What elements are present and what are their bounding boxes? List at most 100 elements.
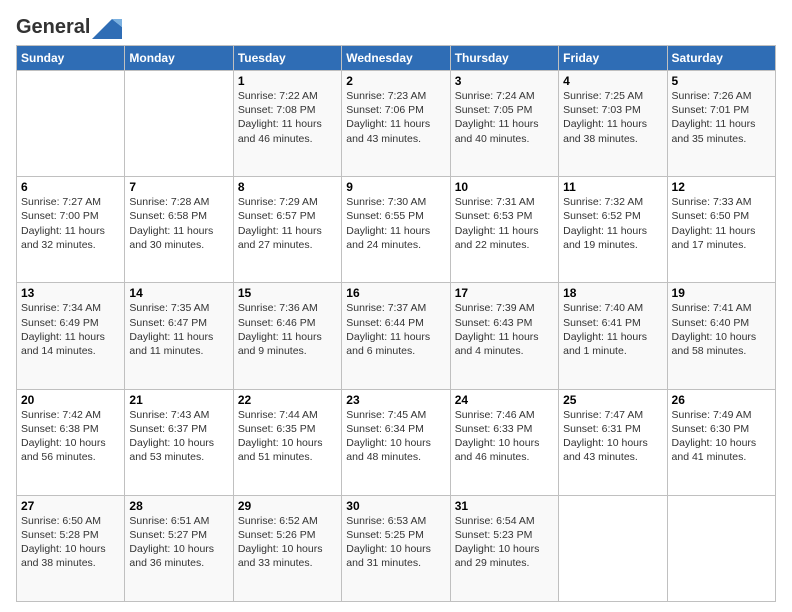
day-info-line: Sunrise: 7:37 AM bbox=[346, 302, 426, 314]
day-info-line: Sunset: 5:26 PM bbox=[238, 529, 316, 541]
day-info: Sunrise: 7:28 AM Sunset: 6:58 PM Daylight:… bbox=[129, 195, 228, 252]
day-info-line: Daylight: 11 hours and 27 minutes. bbox=[238, 225, 322, 251]
calendar-cell: 4Sunrise: 7:25 AMSunset: 7:03 PMDaylight… bbox=[559, 71, 667, 177]
day-info-line: Sunset: 6:55 PM bbox=[346, 210, 424, 222]
day-number: 18 bbox=[563, 286, 662, 300]
day-info-line: Sunset: 6:35 PM bbox=[238, 423, 316, 435]
day-number: 30 bbox=[346, 499, 445, 513]
day-info-line: Daylight: 11 hours and 46 minutes. bbox=[238, 118, 322, 144]
day-info-line: Daylight: 11 hours and 30 minutes. bbox=[129, 225, 213, 251]
day-info-line: Sunrise: 7:35 AM bbox=[129, 302, 209, 314]
calendar-cell: 28Sunrise: 6:51 AMSunset: 5:27 PMDayligh… bbox=[125, 495, 233, 601]
day-info-line: Daylight: 10 hours and 58 minutes. bbox=[672, 331, 757, 357]
day-info-line: Daylight: 10 hours and 33 minutes. bbox=[238, 543, 323, 569]
calendar-cell: 23Sunrise: 7:45 AMSunset: 6:34 PMDayligh… bbox=[342, 389, 450, 495]
day-info: Sunrise: 6:53 AMSunset: 5:25 PMDaylight:… bbox=[346, 514, 445, 571]
day-info: Sunrise: 7:47 AMSunset: 6:31 PMDaylight:… bbox=[563, 408, 662, 465]
day-info-line: Daylight: 11 hours and 24 minutes. bbox=[346, 225, 430, 251]
day-info-line: Daylight: 11 hours and 35 minutes. bbox=[672, 118, 756, 144]
day-info-line: Sunset: 7:01 PM bbox=[672, 104, 750, 116]
day-info: Sunrise: 7:45 AMSunset: 6:34 PMDaylight:… bbox=[346, 408, 445, 465]
day-number: 2 bbox=[346, 74, 445, 88]
weekday-header-monday: Monday bbox=[125, 46, 233, 71]
day-info: Sunrise: 7:40 AMSunset: 6:41 PMDaylight:… bbox=[563, 301, 662, 358]
day-info-line: Sunrise: 7:31 AM bbox=[455, 196, 535, 208]
day-info-line: Sunset: 7:08 PM bbox=[238, 104, 316, 116]
calendar-cell: 6Sunrise: 7:27 AMSunset: 7:00 PMDaylight… bbox=[17, 177, 125, 283]
day-number: 14 bbox=[129, 286, 228, 300]
day-info: Sunrise: 7:25 AMSunset: 7:03 PMDaylight:… bbox=[563, 89, 662, 146]
calendar-cell: 20Sunrise: 7:42 AMSunset: 6:38 PMDayligh… bbox=[17, 389, 125, 495]
calendar-cell bbox=[125, 71, 233, 177]
day-info-line: Sunrise: 6:51 AM bbox=[129, 515, 209, 527]
day-info-line: Sunset: 6:43 PM bbox=[455, 317, 533, 329]
day-info-line: Sunset: 6:58 PM bbox=[129, 210, 207, 222]
day-info-line: Sunset: 6:44 PM bbox=[346, 317, 424, 329]
calendar-cell: 9 Sunrise: 7:30 AM Sunset: 6:55 PM Daylight… bbox=[342, 177, 450, 283]
day-number: 26 bbox=[672, 393, 771, 407]
day-info-line: Sunset: 6:50 PM bbox=[672, 210, 750, 222]
day-number: 13 bbox=[21, 286, 120, 300]
day-info-line: Daylight: 11 hours and 43 minutes. bbox=[346, 118, 430, 144]
calendar-cell: 3Sunrise: 7:24 AMSunset: 7:05 PMDaylight… bbox=[450, 71, 558, 177]
day-number: 15 bbox=[238, 286, 337, 300]
calendar-cell: 15Sunrise: 7:36 AMSunset: 6:46 PMDayligh… bbox=[233, 283, 341, 389]
day-info-line: Sunrise: 7:32 AM bbox=[563, 196, 643, 208]
day-number: 12 bbox=[672, 180, 771, 194]
day-number: 25 bbox=[563, 393, 662, 407]
day-number: 9 bbox=[346, 180, 445, 194]
day-info-line: Sunset: 5:28 PM bbox=[21, 529, 99, 541]
calendar-cell: 18Sunrise: 7:40 AMSunset: 6:41 PMDayligh… bbox=[559, 283, 667, 389]
day-info-line: Sunrise: 7:33 AM bbox=[672, 196, 752, 208]
day-info-line: Daylight: 11 hours and 38 minutes. bbox=[563, 118, 647, 144]
calendar-cell: 5 Sunrise: 7:26 AM Sunset: 7:01 PM Daylight… bbox=[667, 71, 775, 177]
day-number: 24 bbox=[455, 393, 554, 407]
day-info-line: Sunrise: 7:30 AM bbox=[346, 196, 426, 208]
day-info-line: Sunset: 6:34 PM bbox=[346, 423, 424, 435]
day-info-line: Sunset: 5:23 PM bbox=[455, 529, 533, 541]
day-info-line: Sunset: 6:57 PM bbox=[238, 210, 316, 222]
day-info-line: Daylight: 11 hours and 40 minutes. bbox=[455, 118, 539, 144]
calendar-cell bbox=[559, 495, 667, 601]
day-number: 29 bbox=[238, 499, 337, 513]
calendar-cell bbox=[17, 71, 125, 177]
day-info: Sunrise: 7:30 AM Sunset: 6:55 PM Daylight:… bbox=[346, 195, 445, 252]
calendar-cell: 17Sunrise: 7:39 AMSunset: 6:43 PMDayligh… bbox=[450, 283, 558, 389]
day-number: 4 bbox=[563, 74, 662, 88]
day-info-line: Sunrise: 7:27 AM bbox=[21, 196, 101, 208]
day-number: 1 bbox=[238, 74, 337, 88]
day-info-line: Daylight: 10 hours and 46 minutes. bbox=[455, 437, 540, 463]
day-info-line: Sunset: 6:53 PM bbox=[455, 210, 533, 222]
day-number: 6 bbox=[21, 180, 120, 194]
calendar-cell: 11Sunrise: 7:32 AMSunset: 6:52 PMDayligh… bbox=[559, 177, 667, 283]
day-info-line: Sunset: 5:25 PM bbox=[346, 529, 424, 541]
weekday-header-wednesday: Wednesday bbox=[342, 46, 450, 71]
day-info: Sunrise: 7:44 AMSunset: 6:35 PMDaylight:… bbox=[238, 408, 337, 465]
day-info: Sunrise: 7:46 AM Sunset: 6:33 PM Daylight:… bbox=[455, 408, 554, 465]
day-info-line: Sunrise: 7:41 AM bbox=[672, 302, 752, 314]
day-info-line: Sunrise: 7:46 AM bbox=[455, 409, 535, 421]
calendar-cell: 16Sunrise: 7:37 AMSunset: 6:44 PMDayligh… bbox=[342, 283, 450, 389]
day-number: 5 bbox=[672, 74, 771, 88]
day-info-line: Sunrise: 7:26 AM bbox=[672, 90, 752, 102]
day-info-line: Sunrise: 7:28 AM bbox=[129, 196, 209, 208]
day-number: 22 bbox=[238, 393, 337, 407]
calendar-cell: 1Sunrise: 7:22 AMSunset: 7:08 PMDaylight… bbox=[233, 71, 341, 177]
day-info-line: Sunrise: 7:42 AM bbox=[21, 409, 101, 421]
day-info: Sunrise: 7:49 AMSunset: 6:30 PMDaylight:… bbox=[672, 408, 771, 465]
day-info-line: Daylight: 10 hours and 43 minutes. bbox=[563, 437, 648, 463]
day-info: Sunrise: 7:31 AMSunset: 6:53 PMDaylight:… bbox=[455, 195, 554, 252]
day-info-line: Daylight: 11 hours and 14 minutes. bbox=[21, 331, 105, 357]
calendar-cell: 2Sunrise: 7:23 AMSunset: 7:06 PMDaylight… bbox=[342, 71, 450, 177]
day-info-line: Daylight: 11 hours and 17 minutes. bbox=[672, 225, 756, 251]
day-info-line: Sunset: 6:33 PM bbox=[455, 423, 533, 435]
day-info: Sunrise: 7:26 AM Sunset: 7:01 PM Daylight:… bbox=[672, 89, 771, 146]
day-info-line: Sunset: 6:47 PM bbox=[129, 317, 207, 329]
day-info-line: Sunset: 7:06 PM bbox=[346, 104, 424, 116]
calendar-cell: 30Sunrise: 6:53 AMSunset: 5:25 PMDayligh… bbox=[342, 495, 450, 601]
day-info: Sunrise: 7:33 AM Sunset: 6:50 PM Daylight:… bbox=[672, 195, 771, 252]
day-info: Sunrise: 7:32 AMSunset: 6:52 PMDaylight:… bbox=[563, 195, 662, 252]
day-info-line: Sunrise: 7:40 AM bbox=[563, 302, 643, 314]
weekday-header-thursday: Thursday bbox=[450, 46, 558, 71]
day-info-line: Sunset: 6:37 PM bbox=[129, 423, 207, 435]
